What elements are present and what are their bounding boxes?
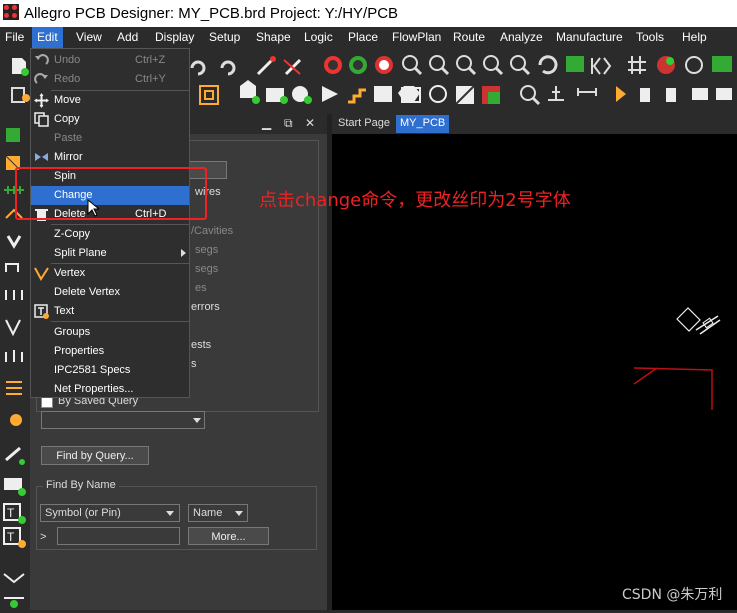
menu-view[interactable]: View [76,30,102,44]
menu-flowplan[interactable]: FlowPlan [392,30,441,44]
chevron-down-icon [235,511,243,516]
more-button[interactable]: More... [188,527,269,545]
watermark: CSDN @朱万利 [622,587,723,603]
menu-redo[interactable]: Redo Ctrl+Y [31,70,189,89]
edit-menu: Undo Ctrl+Z Redo Ctrl+Y Move Copy Paste … [30,48,190,398]
move-icon [34,93,49,108]
menu-net-properties[interactable]: Net Properties... [31,380,189,399]
menu-move[interactable]: Move [31,91,189,110]
menu-split-plane[interactable]: Split Plane [31,244,189,263]
canvas-tabs: Start Page MY_PCB [332,114,737,134]
name-select-value: Name [193,507,223,519]
filter-item: segs [195,244,219,256]
menu-logic[interactable]: Logic [304,30,333,44]
menu-paste[interactable]: Paste [31,129,189,148]
title-bar: Allegro PCB Designer: MY_PCB.brd Project… [0,0,737,27]
panel-float-icon[interactable]: ⧉ [284,116,293,131]
menu-undo[interactable]: Undo Ctrl+Z [31,51,189,70]
filter-item: errors [191,301,220,313]
filter-item: es [195,282,207,294]
app-logo-icon [3,4,19,20]
filter-item: s [191,358,197,370]
chevron-down-icon [166,511,174,516]
menu-help[interactable]: Help [682,30,707,44]
menu-tools[interactable]: Tools [636,30,664,44]
menu-groups[interactable]: Groups [31,323,189,342]
annotation-text: 点击change命令，更改丝印为2号字体 [259,190,571,211]
svg-text:T: T [7,530,15,544]
chevron-down-icon [193,418,201,423]
menu-setup[interactable]: Setup [209,30,240,44]
symbol-select[interactable]: Symbol (or Pin) [40,504,180,522]
menu-zcopy[interactable]: Z-Copy [31,225,189,244]
menu-edit[interactable]: Edit [32,27,63,48]
menu-separator [51,321,189,322]
text-icon [34,304,49,319]
find-by-query-button[interactable]: Find by Query... [41,446,149,465]
menu-analyze[interactable]: Analyze [500,30,543,44]
menu-properties[interactable]: Properties [31,342,189,361]
window-title: Allegro PCB Designer: MY_PCB.brd Project… [24,5,399,22]
menu-mirror[interactable]: Mirror [31,148,189,167]
highlight-box [15,167,207,220]
name-select[interactable]: Name [188,504,248,522]
menu-copy[interactable]: Copy [31,110,189,129]
copy-icon [34,112,49,127]
menu-shape[interactable]: Shape [256,30,291,44]
menu-manufacture[interactable]: Manufacture [556,30,623,44]
find-by-name-legend: Find By Name [43,479,119,491]
menu-route[interactable]: Route [453,30,485,44]
menu-delete-vertex[interactable]: Delete Vertex [31,283,189,302]
tab-my-pcb[interactable]: MY_PCB [396,115,450,133]
name-input[interactable] [57,527,180,545]
vertex-icon [34,267,49,281]
undo-icon [35,54,49,65]
mirror-icon [35,153,48,161]
redo-icon [34,73,48,84]
menu-add[interactable]: Add [117,30,138,44]
symbol-select-value: Symbol (or Pin) [45,507,121,519]
menu-bar: File Edit View Add Display Setup Shape L… [0,27,737,48]
menu-file[interactable]: File [5,30,24,44]
filter-item: /Cavities [191,225,234,237]
name-prompt: > [40,531,47,543]
filter-item: segs [195,263,219,275]
submenu-arrow-icon [181,249,186,257]
svg-text:T: T [7,506,15,520]
menu-ipc2581-specs[interactable]: IPC2581 Specs [31,361,189,380]
tab-start-page[interactable]: Start Page [334,115,394,133]
saved-query-select[interactable] [41,411,205,429]
menu-display[interactable]: Display [155,30,194,44]
menu-place[interactable]: Place [348,30,378,44]
menu-text[interactable]: Text [31,302,189,321]
filter-item: ests [191,339,212,351]
panel-close-icon[interactable]: ✕ [305,116,315,130]
menu-vertex[interactable]: Vertex [31,264,189,283]
panel-pin-icon[interactable]: ▁ [262,116,271,130]
